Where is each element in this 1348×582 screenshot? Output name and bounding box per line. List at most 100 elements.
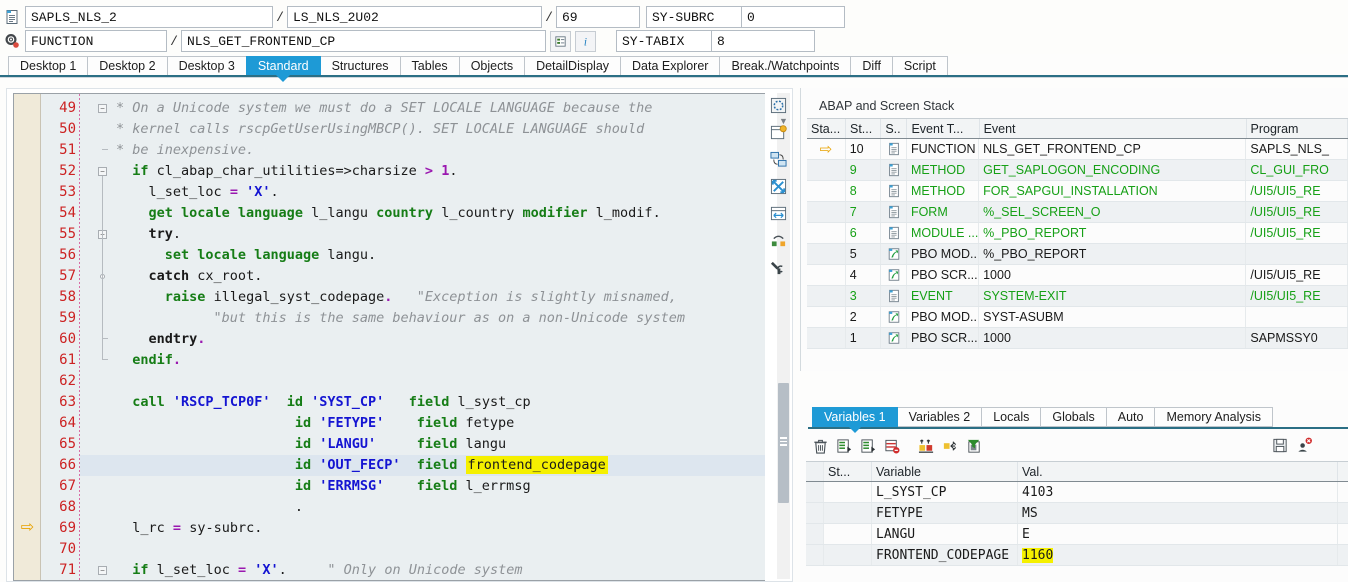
variable-row[interactable]: FETYPE MS xyxy=(806,503,1348,524)
save-icon[interactable] xyxy=(1268,433,1292,457)
source-code-editor[interactable]: 49 * On a Unicode system we must do a SET… xyxy=(13,93,765,581)
code-line[interactable]: call 'RSCP_TCP0F' id 'SYST_CP' field l_s… xyxy=(116,392,530,413)
code-line[interactable]: set locale language langu. xyxy=(116,245,376,266)
tab-variables-2[interactable]: Variables 2 xyxy=(896,407,983,427)
cell-variable-value[interactable]: 1160 xyxy=(1018,545,1338,565)
fold-toggle[interactable]: − xyxy=(98,566,107,575)
line-number-field[interactable]: 69 xyxy=(556,6,640,28)
code-line[interactable]: catch cx_root. xyxy=(116,266,263,287)
tab-desktop-3[interactable]: Desktop 3 xyxy=(166,56,247,75)
tab-standard[interactable]: Standard xyxy=(245,56,321,75)
variable-row[interactable]: LANGU E xyxy=(806,524,1348,545)
code-line[interactable]: "but this is the same behaviour as on a … xyxy=(116,308,685,329)
col-type-icon[interactable]: S.. xyxy=(881,119,908,138)
variable-row[interactable]: L_SYST_CP 4103 xyxy=(806,482,1348,503)
insert-row-before-icon[interactable] xyxy=(856,434,880,458)
code-line[interactable]: endtry. xyxy=(116,329,206,350)
cell-variable-name[interactable]: LANGU xyxy=(872,524,1018,544)
stack-row[interactable]: 7 FORM %_SEL_SCREEN_O/UI5/UI5_RE xyxy=(807,202,1348,223)
object-type-field[interactable]: FUNCTION xyxy=(25,30,167,52)
cell-variable-value[interactable]: 4103 xyxy=(1018,482,1338,502)
cell-variable-name[interactable]: L_SYST_CP xyxy=(872,482,1018,502)
width-fit-icon[interactable] xyxy=(767,202,790,225)
tab-objects[interactable]: Objects xyxy=(458,56,526,75)
col-var-status[interactable]: St... xyxy=(824,462,872,481)
tab-desktop-1[interactable]: Desktop 1 xyxy=(8,56,89,75)
include-name-field[interactable]: LS_NLS_2U02 xyxy=(287,6,542,28)
stack-row[interactable]: 1 PBO SCR... 1000 SAPMSSY0 xyxy=(807,328,1348,349)
stack-row[interactable]: 5 PBO MOD... %_PBO_REPORT xyxy=(807,244,1348,265)
stack-row[interactable]: ⇨ 10 FUNCTION NLS_GET_FRONTEND_CP SAPLS_NLS… xyxy=(807,139,1348,160)
code-line[interactable]: l_rc = sy-subrc. xyxy=(116,518,262,539)
cell-variable-value[interactable]: E xyxy=(1018,524,1338,544)
goto-icon[interactable] xyxy=(938,434,962,458)
tab-globals[interactable]: Globals xyxy=(1040,407,1107,427)
tab-script[interactable]: Script xyxy=(891,56,948,75)
new-window-icon[interactable] xyxy=(767,121,790,144)
stack-row[interactable]: 6 MODULE ... %_PBO_REPORT/UI5/UI5_RE xyxy=(807,223,1348,244)
info-icon[interactable]: i xyxy=(575,30,596,52)
program-name-field[interactable]: SAPLS_NLS_2 xyxy=(25,6,273,28)
code-line[interactable]: if cl_abap_char_utilities=>charsize > 1. xyxy=(116,161,457,182)
code-line[interactable]: raise illegal_syst_codepage. "Exception … xyxy=(116,287,677,308)
code-line[interactable]: id 'FETYPE' field fetype xyxy=(116,413,515,434)
sy-tabix-value[interactable]: 8 xyxy=(712,30,815,52)
breakpoint-gutter[interactable] xyxy=(14,94,41,580)
compare-icon[interactable] xyxy=(914,434,938,458)
code-line[interactable]: id 'OUT_FECP' field frontend_codepage xyxy=(116,455,608,476)
col-event[interactable]: Event xyxy=(980,119,1247,138)
fold-toggle[interactable]: − xyxy=(98,104,107,113)
tab-tables[interactable]: Tables xyxy=(399,56,460,75)
code-line[interactable]: endif. xyxy=(116,350,181,371)
tab-desktop-2[interactable]: Desktop 2 xyxy=(87,56,168,75)
tab-detaildisplay[interactable]: DetailDisplay xyxy=(524,56,622,75)
stack-row[interactable]: 2 PBO MOD... SYST-ASUBM xyxy=(807,307,1348,328)
tab-memory-analysis[interactable]: Memory Analysis xyxy=(1154,407,1273,427)
layout-icon[interactable] xyxy=(767,229,790,252)
tab-data-explorer[interactable]: Data Explorer xyxy=(620,56,721,75)
tab-structures[interactable]: Structures xyxy=(319,56,401,75)
stack-row[interactable]: 3 EVENT SYSTEM-EXIT/UI5/UI5_RE xyxy=(807,286,1348,307)
code-line[interactable]: id 'ERRMSG' field l_errmsg xyxy=(116,476,531,497)
delete-icon[interactable] xyxy=(808,434,832,458)
code-line[interactable]: * On a Unicode system we must do a SET L… xyxy=(116,98,652,119)
fold-toggle[interactable]: − xyxy=(98,167,107,176)
code-line[interactable]: * be inexpensive. xyxy=(116,140,254,161)
filter-icon[interactable] xyxy=(962,434,986,458)
object-name-field[interactable]: NLS_GET_FRONTEND_CP xyxy=(181,30,546,52)
col-variable[interactable]: Variable xyxy=(872,462,1018,481)
col-status[interactable]: Sta... xyxy=(807,119,846,138)
sy-subrc-value[interactable]: 0 xyxy=(742,6,845,28)
breakpoint-icon[interactable] xyxy=(767,94,790,117)
col-program[interactable]: Program xyxy=(1247,119,1348,138)
code-line[interactable]: try. xyxy=(116,224,182,245)
swap-icon[interactable] xyxy=(767,148,790,171)
tab-locals[interactable]: Locals xyxy=(981,407,1042,427)
col-value[interactable]: Val. xyxy=(1018,462,1338,481)
scrollbar-thumb[interactable] xyxy=(778,383,789,503)
variable-row[interactable]: FRONTEND_CODEPAGE 1160 xyxy=(806,545,1348,566)
properties-icon[interactable] xyxy=(550,30,571,52)
tools-icon[interactable] xyxy=(767,256,790,279)
code-line[interactable]: . xyxy=(116,497,303,518)
code-line[interactable]: l_set_loc = 'X'. xyxy=(116,182,279,203)
col-stack-index[interactable]: St... xyxy=(846,119,882,138)
remove-user-icon[interactable] xyxy=(1292,433,1316,457)
code-line[interactable]: get locale language l_langu country l_co… xyxy=(116,203,661,224)
stack-row[interactable]: 9 METHOD GET_SAPLOGON_ENCODING CL_GUI_FRO xyxy=(807,160,1348,181)
cell-variable-name[interactable]: FETYPE xyxy=(872,503,1018,523)
tab-auto[interactable]: Auto xyxy=(1105,407,1156,427)
insert-row-after-icon[interactable] xyxy=(832,434,856,458)
cell-variable-value[interactable]: MS xyxy=(1018,503,1338,523)
tab-variables-1[interactable]: Variables 1 xyxy=(812,407,898,427)
code-line[interactable]: if l_set_loc = 'X'. " Only on Unicode sy… xyxy=(116,560,522,580)
stack-row[interactable]: 4 PBO SCR... 1000/UI5/UI5_RE xyxy=(807,265,1348,286)
code-line[interactable]: id 'LANGU' field langu xyxy=(116,434,506,455)
tab-break-watchpoints[interactable]: Break./Watchpoints xyxy=(719,56,852,75)
col-event-type[interactable]: Event T... xyxy=(907,119,980,138)
stack-row[interactable]: 8 METHOD FOR_SAPGUI_INSTALLATION/UI5/UI5_… xyxy=(807,181,1348,202)
cell-variable-name[interactable]: FRONTEND_CODEPAGE xyxy=(872,545,1018,565)
code-line[interactable]: * kernel calls rscpGetUserUsingMBCP(). S… xyxy=(116,119,644,140)
fullscreen-icon[interactable] xyxy=(767,175,790,198)
delete-row-icon[interactable] xyxy=(880,434,904,458)
